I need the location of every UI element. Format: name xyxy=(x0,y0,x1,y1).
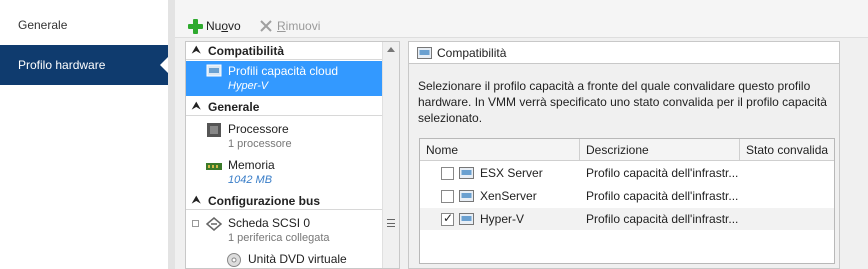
panel-title: Compatibilità xyxy=(437,46,507,60)
expand-toggle-icon[interactable] xyxy=(192,220,199,227)
row-description: Profilo capacità dell'infrastr... xyxy=(586,166,738,180)
scroll-up-arrow-icon[interactable] xyxy=(387,47,395,52)
plus-icon xyxy=(188,18,203,34)
new-label: Nuovo xyxy=(206,19,241,33)
grid-header: Nome Descrizione Stato convalida xyxy=(420,139,834,161)
hardware-tree: ⮝ Compatibilità Profili capacità cloud H… xyxy=(185,41,400,269)
tree-item-memoria[interactable]: Memoria 1042 MB xyxy=(186,156,383,190)
row-checkbox[interactable] xyxy=(441,190,454,203)
table-row[interactable]: ESX Server Profilo capacità dell'infrast… xyxy=(420,162,834,184)
remove-label: Rimuovi xyxy=(277,19,321,33)
memory-icon xyxy=(206,163,222,170)
cpu-icon xyxy=(207,123,221,137)
tree-section-configurazione-bus[interactable]: ⮝ Configurazione bus xyxy=(186,192,383,210)
cloud-profile-icon xyxy=(206,64,222,77)
row-name: Hyper-V xyxy=(480,212,525,226)
row-checkbox[interactable] xyxy=(441,167,454,180)
tree-item-profili-capacita[interactable]: Profili capacità cloud Hyper-V xyxy=(186,61,383,96)
table-row[interactable]: Hyper-V Profilo capacità dell'infrastr..… xyxy=(420,208,834,230)
toolbar: Nuovo Rimuovi xyxy=(175,0,868,38)
row-description: Profilo capacità dell'infrastr... xyxy=(586,212,738,226)
left-nav: Generale Profilo hardware xyxy=(0,0,168,269)
tree-scrollbar[interactable] xyxy=(382,42,399,268)
collapse-icon: ⮝ xyxy=(192,101,201,112)
panel-header: Compatibilità xyxy=(409,42,839,64)
compatibility-icon xyxy=(417,47,432,59)
scsi-adapter-icon xyxy=(206,217,222,231)
row-description: Profilo capacità dell'infrastr... xyxy=(586,189,738,203)
nav-item-profilo-hardware[interactable]: Profilo hardware xyxy=(0,45,168,85)
new-button[interactable]: Nuovo xyxy=(188,16,241,36)
tree-item-unita-dvd[interactable]: Unità DVD virtuale xyxy=(186,250,383,268)
tree-item-scheda-scsi[interactable]: Scheda SCSI 0 1 periferica collegata xyxy=(186,214,383,248)
row-name: XenServer xyxy=(480,189,537,203)
row-name: ESX Server xyxy=(480,166,543,180)
capability-profile-icon xyxy=(459,213,474,225)
capability-profile-icon xyxy=(459,167,474,179)
compatibility-panel: Compatibilità Selezionare il profilo cap… xyxy=(408,41,840,269)
panel-description: Selezionare il profilo capacità a fronte… xyxy=(418,79,827,125)
capability-profile-grid: Nome Descrizione Stato convalida ESX Ser… xyxy=(419,138,835,264)
scroll-grip-icon[interactable] xyxy=(387,219,395,227)
tree-section-generale[interactable]: ⮝ Generale xyxy=(186,98,383,116)
dvd-drive-icon xyxy=(227,253,241,267)
capability-profile-icon xyxy=(459,190,474,202)
tree-section-compatibilita[interactable]: ⮝ Compatibilità xyxy=(186,42,383,60)
column-header-descrizione[interactable]: Descrizione xyxy=(580,139,740,161)
remove-button[interactable]: Rimuovi xyxy=(259,16,320,36)
table-row[interactable]: XenServer Profilo capacità dell'infrastr… xyxy=(420,185,834,207)
nav-separator xyxy=(168,0,175,269)
column-header-nome[interactable]: Nome xyxy=(420,139,580,161)
collapse-icon: ⮝ xyxy=(192,195,201,206)
nav-item-generale[interactable]: Generale xyxy=(0,5,168,45)
tree-item-processore[interactable]: Processore 1 processore xyxy=(186,120,383,154)
row-checkbox-checked[interactable] xyxy=(441,211,454,226)
remove-icon xyxy=(260,20,272,32)
collapse-icon: ⮝ xyxy=(192,45,201,56)
column-header-stato-convalida[interactable]: Stato convalida xyxy=(740,139,834,161)
